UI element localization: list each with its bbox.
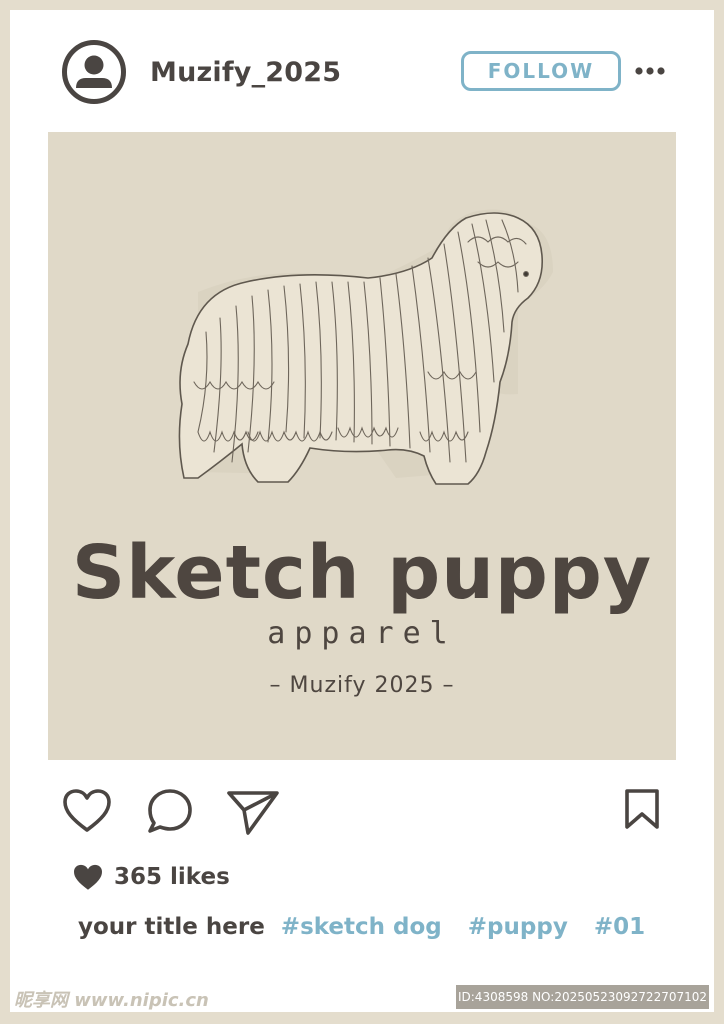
comment-button[interactable]	[146, 787, 194, 835]
user-avatar-icon	[62, 40, 126, 104]
brand-credit: – Muzify 2025 –	[269, 673, 455, 698]
avatar[interactable]	[62, 40, 126, 104]
heart-outline-icon	[63, 789, 111, 832]
post-image[interactable]: Sketch puppy apparel – Muzify 2025 –	[48, 132, 676, 760]
save-button[interactable]	[624, 788, 660, 830]
heart-filled-icon	[74, 864, 102, 890]
caption: your title here #sketch dog #puppy #01	[78, 910, 671, 944]
watermark-id: ID:4308598 NO:20250523092722707102	[456, 985, 709, 1009]
bookmark-icon	[625, 789, 659, 829]
watermark-logo: 昵享网 www.nipic.cn	[14, 990, 209, 1011]
hashtag-link[interactable]: #sketch dog	[281, 914, 442, 940]
like-button[interactable]	[62, 788, 112, 834]
post-card: Muzify_2025 FOLLOW Sketch puppy apparel …	[10, 10, 714, 1012]
username[interactable]: Muzify_2025	[150, 57, 341, 88]
brand-subtitle: apparel	[267, 616, 457, 651]
follow-button[interactable]: FOLLOW	[461, 51, 621, 91]
likes-row[interactable]: 365 likes	[72, 862, 230, 892]
more-options-button[interactable]	[634, 60, 666, 82]
share-button[interactable]	[226, 788, 280, 836]
speech-bubble-icon	[148, 789, 192, 833]
likes-count: 365 likes	[114, 864, 230, 890]
paper-plane-icon	[227, 791, 279, 835]
brand-title: Sketch puppy	[71, 530, 653, 616]
more-horizontal-icon	[635, 67, 665, 75]
caption-title: your title here	[78, 914, 265, 940]
hashtag-link[interactable]: #puppy	[468, 914, 568, 940]
sketch-dog-illustration	[178, 209, 553, 485]
hashtag-link[interactable]: #01	[594, 914, 645, 940]
